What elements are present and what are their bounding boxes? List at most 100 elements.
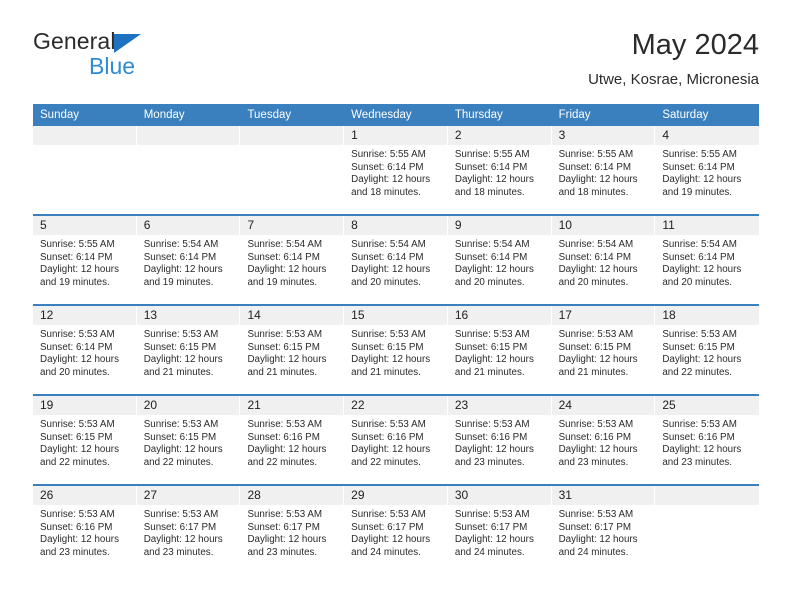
day-info-line: Sunset: 6:15 PM xyxy=(143,431,217,443)
day-info-line: and 19 minutes. xyxy=(143,276,214,288)
day-cell-13[interactable]: 13 Sunrise: 5:53 AM Sunset: 6:15 PM Dayligh… xyxy=(136,306,241,394)
day-number: 23 xyxy=(447,396,552,415)
day-cell-31[interactable]: 31 Sunrise: 5:53 AM Sunset: 6:17 PM Dayligh… xyxy=(551,486,656,574)
day-info-line: Sunrise: 5:53 AM xyxy=(40,419,115,430)
day-info-line: and 22 minutes. xyxy=(40,456,110,468)
day-info-line: Sunrise: 5:53 AM xyxy=(40,329,115,340)
day-cell-4[interactable]: 4 Sunrise: 5:55 AM Sunset: 6:14 PM Daylight… xyxy=(655,126,760,214)
day-sun-info: Sunrise: 5:53 AM Sunset: 6:16 PM Daylight:… xyxy=(552,415,656,469)
day-info-line: and 23 minutes. xyxy=(662,456,733,468)
day-number: 2 xyxy=(447,126,552,145)
day-sun-info xyxy=(33,145,137,149)
day-info-line: Sunset: 6:16 PM xyxy=(351,431,424,443)
day-info-line: and 24 minutes. xyxy=(454,546,525,558)
day-info-line: and 21 minutes. xyxy=(143,366,214,378)
day-info-line: Sunrise: 5:53 AM xyxy=(40,509,115,520)
day-sun-info xyxy=(137,145,241,149)
day-number: 12 xyxy=(33,306,137,325)
day-info-line: Sunset: 6:14 PM xyxy=(662,161,735,173)
day-info-line: Daylight: 12 hours xyxy=(351,444,431,456)
weekday-header-wednesday: Wednesday xyxy=(351,109,412,121)
logo-text-general: General xyxy=(33,28,116,54)
day-info-line: Sunset: 6:15 PM xyxy=(40,431,113,443)
day-sun-info: Sunrise: 5:54 AM Sunset: 6:14 PM Daylight:… xyxy=(344,235,448,289)
day-cell-30[interactable]: 30 Sunrise: 5:53 AM Sunset: 6:17 PM Dayligh… xyxy=(447,486,552,574)
day-info-line: Sunrise: 5:53 AM xyxy=(143,509,219,520)
day-sun-info: Sunrise: 5:53 AM Sunset: 6:15 PM Daylight:… xyxy=(33,415,137,469)
day-info-line: and 20 minutes. xyxy=(351,276,421,288)
day-cell-24[interactable]: 24 Sunrise: 5:53 AM Sunset: 6:16 PM Dayligh… xyxy=(551,396,656,484)
day-info-line: Sunset: 6:16 PM xyxy=(558,431,632,443)
day-info-line: Daylight: 12 hours xyxy=(558,444,638,456)
day-cell-12[interactable]: 12 Sunrise: 5:53 AM Sunset: 6:14 PM Dayligh… xyxy=(33,306,137,394)
day-cell-15[interactable]: 15 Sunrise: 5:53 AM Sunset: 6:15 PM Dayligh… xyxy=(344,306,448,394)
day-info-line: Sunset: 6:14 PM xyxy=(454,251,528,263)
day-info-line: Daylight: 12 hours xyxy=(40,264,119,276)
day-sun-info: Sunrise: 5:53 AM Sunset: 6:17 PM Daylight:… xyxy=(137,505,241,559)
day-info-line: and 23 minutes. xyxy=(558,456,629,468)
day-cell-5[interactable]: 5 Sunrise: 5:55 AM Sunset: 6:14 PM Daylight… xyxy=(33,216,137,304)
day-cell-6[interactable]: 6 Sunrise: 5:54 AM Sunset: 6:14 PM Daylight… xyxy=(136,216,241,304)
day-info-line: Daylight: 12 hours xyxy=(558,534,638,546)
day-cell-21[interactable]: 21 Sunrise: 5:53 AM Sunset: 6:16 PM Dayligh… xyxy=(240,396,345,484)
day-sun-info: Sunrise: 5:54 AM Sunset: 6:14 PM Daylight:… xyxy=(448,235,552,289)
day-info-line: Daylight: 12 hours xyxy=(247,444,327,456)
day-info-line: and 19 minutes. xyxy=(662,186,733,198)
day-cell-3[interactable]: 3 Sunrise: 5:55 AM Sunset: 6:14 PM Daylight… xyxy=(551,126,656,214)
day-info-line: Sunset: 6:14 PM xyxy=(40,251,113,263)
day-cell-empty xyxy=(136,126,241,214)
day-cell-19[interactable]: 19 Sunrise: 5:53 AM Sunset: 6:15 PM Dayligh… xyxy=(33,396,137,484)
day-info-line: Sunrise: 5:54 AM xyxy=(662,239,737,250)
day-cell-22[interactable]: 22 Sunrise: 5:53 AM Sunset: 6:16 PM Dayligh… xyxy=(344,396,448,484)
weekday-header-sunday: Sunday xyxy=(40,109,80,121)
day-info-line: Sunrise: 5:53 AM xyxy=(351,329,426,340)
day-cell-8[interactable]: 8 Sunrise: 5:54 AM Sunset: 6:14 PM Daylight… xyxy=(344,216,448,304)
day-number: 5 xyxy=(33,216,137,235)
day-cell-1[interactable]: 1 Sunrise: 5:55 AM Sunset: 6:14 PM Daylight… xyxy=(344,126,448,214)
day-info-line: Sunrise: 5:53 AM xyxy=(454,329,530,340)
day-info-line: Sunset: 6:16 PM xyxy=(247,431,320,443)
day-cell-7[interactable]: 7 Sunrise: 5:54 AM Sunset: 6:14 PM Daylight… xyxy=(240,216,345,304)
day-info-line: Sunset: 6:15 PM xyxy=(143,341,217,353)
day-sun-info: Sunrise: 5:55 AM Sunset: 6:14 PM Daylight:… xyxy=(33,235,137,289)
day-cell-17[interactable]: 17 Sunrise: 5:53 AM Sunset: 6:15 PM Dayligh… xyxy=(551,306,656,394)
day-sun-info: Sunrise: 5:53 AM Sunset: 6:16 PM Daylight:… xyxy=(33,505,137,559)
day-info-line: Daylight: 12 hours xyxy=(662,354,742,366)
day-cell-9[interactable]: 9 Sunrise: 5:54 AM Sunset: 6:14 PM Daylight… xyxy=(447,216,552,304)
day-cell-10[interactable]: 10 Sunrise: 5:54 AM Sunset: 6:14 PM Dayligh… xyxy=(551,216,656,304)
day-sun-info: Sunrise: 5:54 AM Sunset: 6:14 PM Daylight:… xyxy=(655,235,759,289)
day-number: 17 xyxy=(551,306,656,325)
day-cell-16[interactable]: 16 Sunrise: 5:53 AM Sunset: 6:15 PM Dayligh… xyxy=(447,306,552,394)
day-cell-25[interactable]: 25 Sunrise: 5:53 AM Sunset: 6:16 PM Dayligh… xyxy=(655,396,760,484)
day-sun-info: Sunrise: 5:53 AM Sunset: 6:14 PM Daylight:… xyxy=(33,325,137,379)
day-info-line: Daylight: 12 hours xyxy=(558,264,638,276)
day-info-line: Daylight: 12 hours xyxy=(40,354,119,366)
day-info-line: Sunset: 6:14 PM xyxy=(143,251,217,263)
day-info-line: Daylight: 12 hours xyxy=(247,534,327,546)
page-title: May 2024 xyxy=(631,29,759,61)
day-number: 16 xyxy=(447,306,552,325)
day-cell-18[interactable]: 18 Sunrise: 5:53 AM Sunset: 6:15 PM Dayligh… xyxy=(655,306,760,394)
day-number: 10 xyxy=(551,216,656,235)
day-info-line: Daylight: 12 hours xyxy=(143,354,223,366)
day-info-line: Sunrise: 5:53 AM xyxy=(351,419,426,430)
day-cell-23[interactable]: 23 Sunrise: 5:53 AM Sunset: 6:16 PM Dayligh… xyxy=(447,396,552,484)
day-number: 31 xyxy=(551,486,656,505)
general-blue-logo[interactable]: General Blue xyxy=(33,28,233,84)
day-info-line: Sunrise: 5:55 AM xyxy=(40,239,115,250)
day-cell-14[interactable]: 14 Sunrise: 5:53 AM Sunset: 6:15 PM Dayligh… xyxy=(240,306,345,394)
day-info-line: Daylight: 12 hours xyxy=(351,354,431,366)
day-cell-11[interactable]: 11 Sunrise: 5:54 AM Sunset: 6:14 PM Dayligh… xyxy=(655,216,760,304)
day-cell-20[interactable]: 20 Sunrise: 5:53 AM Sunset: 6:15 PM Dayligh… xyxy=(136,396,241,484)
day-sun-info: Sunrise: 5:53 AM Sunset: 6:17 PM Daylight:… xyxy=(552,505,656,559)
day-cell-2[interactable]: 2 Sunrise: 5:55 AM Sunset: 6:14 PM Daylight… xyxy=(447,126,552,214)
day-cell-28[interactable]: 28 Sunrise: 5:53 AM Sunset: 6:17 PM Dayligh… xyxy=(240,486,345,574)
day-cell-26[interactable]: 26 Sunrise: 5:53 AM Sunset: 6:16 PM Dayligh… xyxy=(33,486,137,574)
day-number xyxy=(33,126,137,145)
day-info-line: Daylight: 12 hours xyxy=(662,264,742,276)
day-info-line: Daylight: 12 hours xyxy=(454,354,534,366)
day-cell-29[interactable]: 29 Sunrise: 5:53 AM Sunset: 6:17 PM Dayligh… xyxy=(344,486,448,574)
day-number: 27 xyxy=(136,486,241,505)
day-sun-info: Sunrise: 5:53 AM Sunset: 6:16 PM Daylight:… xyxy=(448,415,552,469)
day-cell-27[interactable]: 27 Sunrise: 5:53 AM Sunset: 6:17 PM Dayligh… xyxy=(136,486,241,574)
